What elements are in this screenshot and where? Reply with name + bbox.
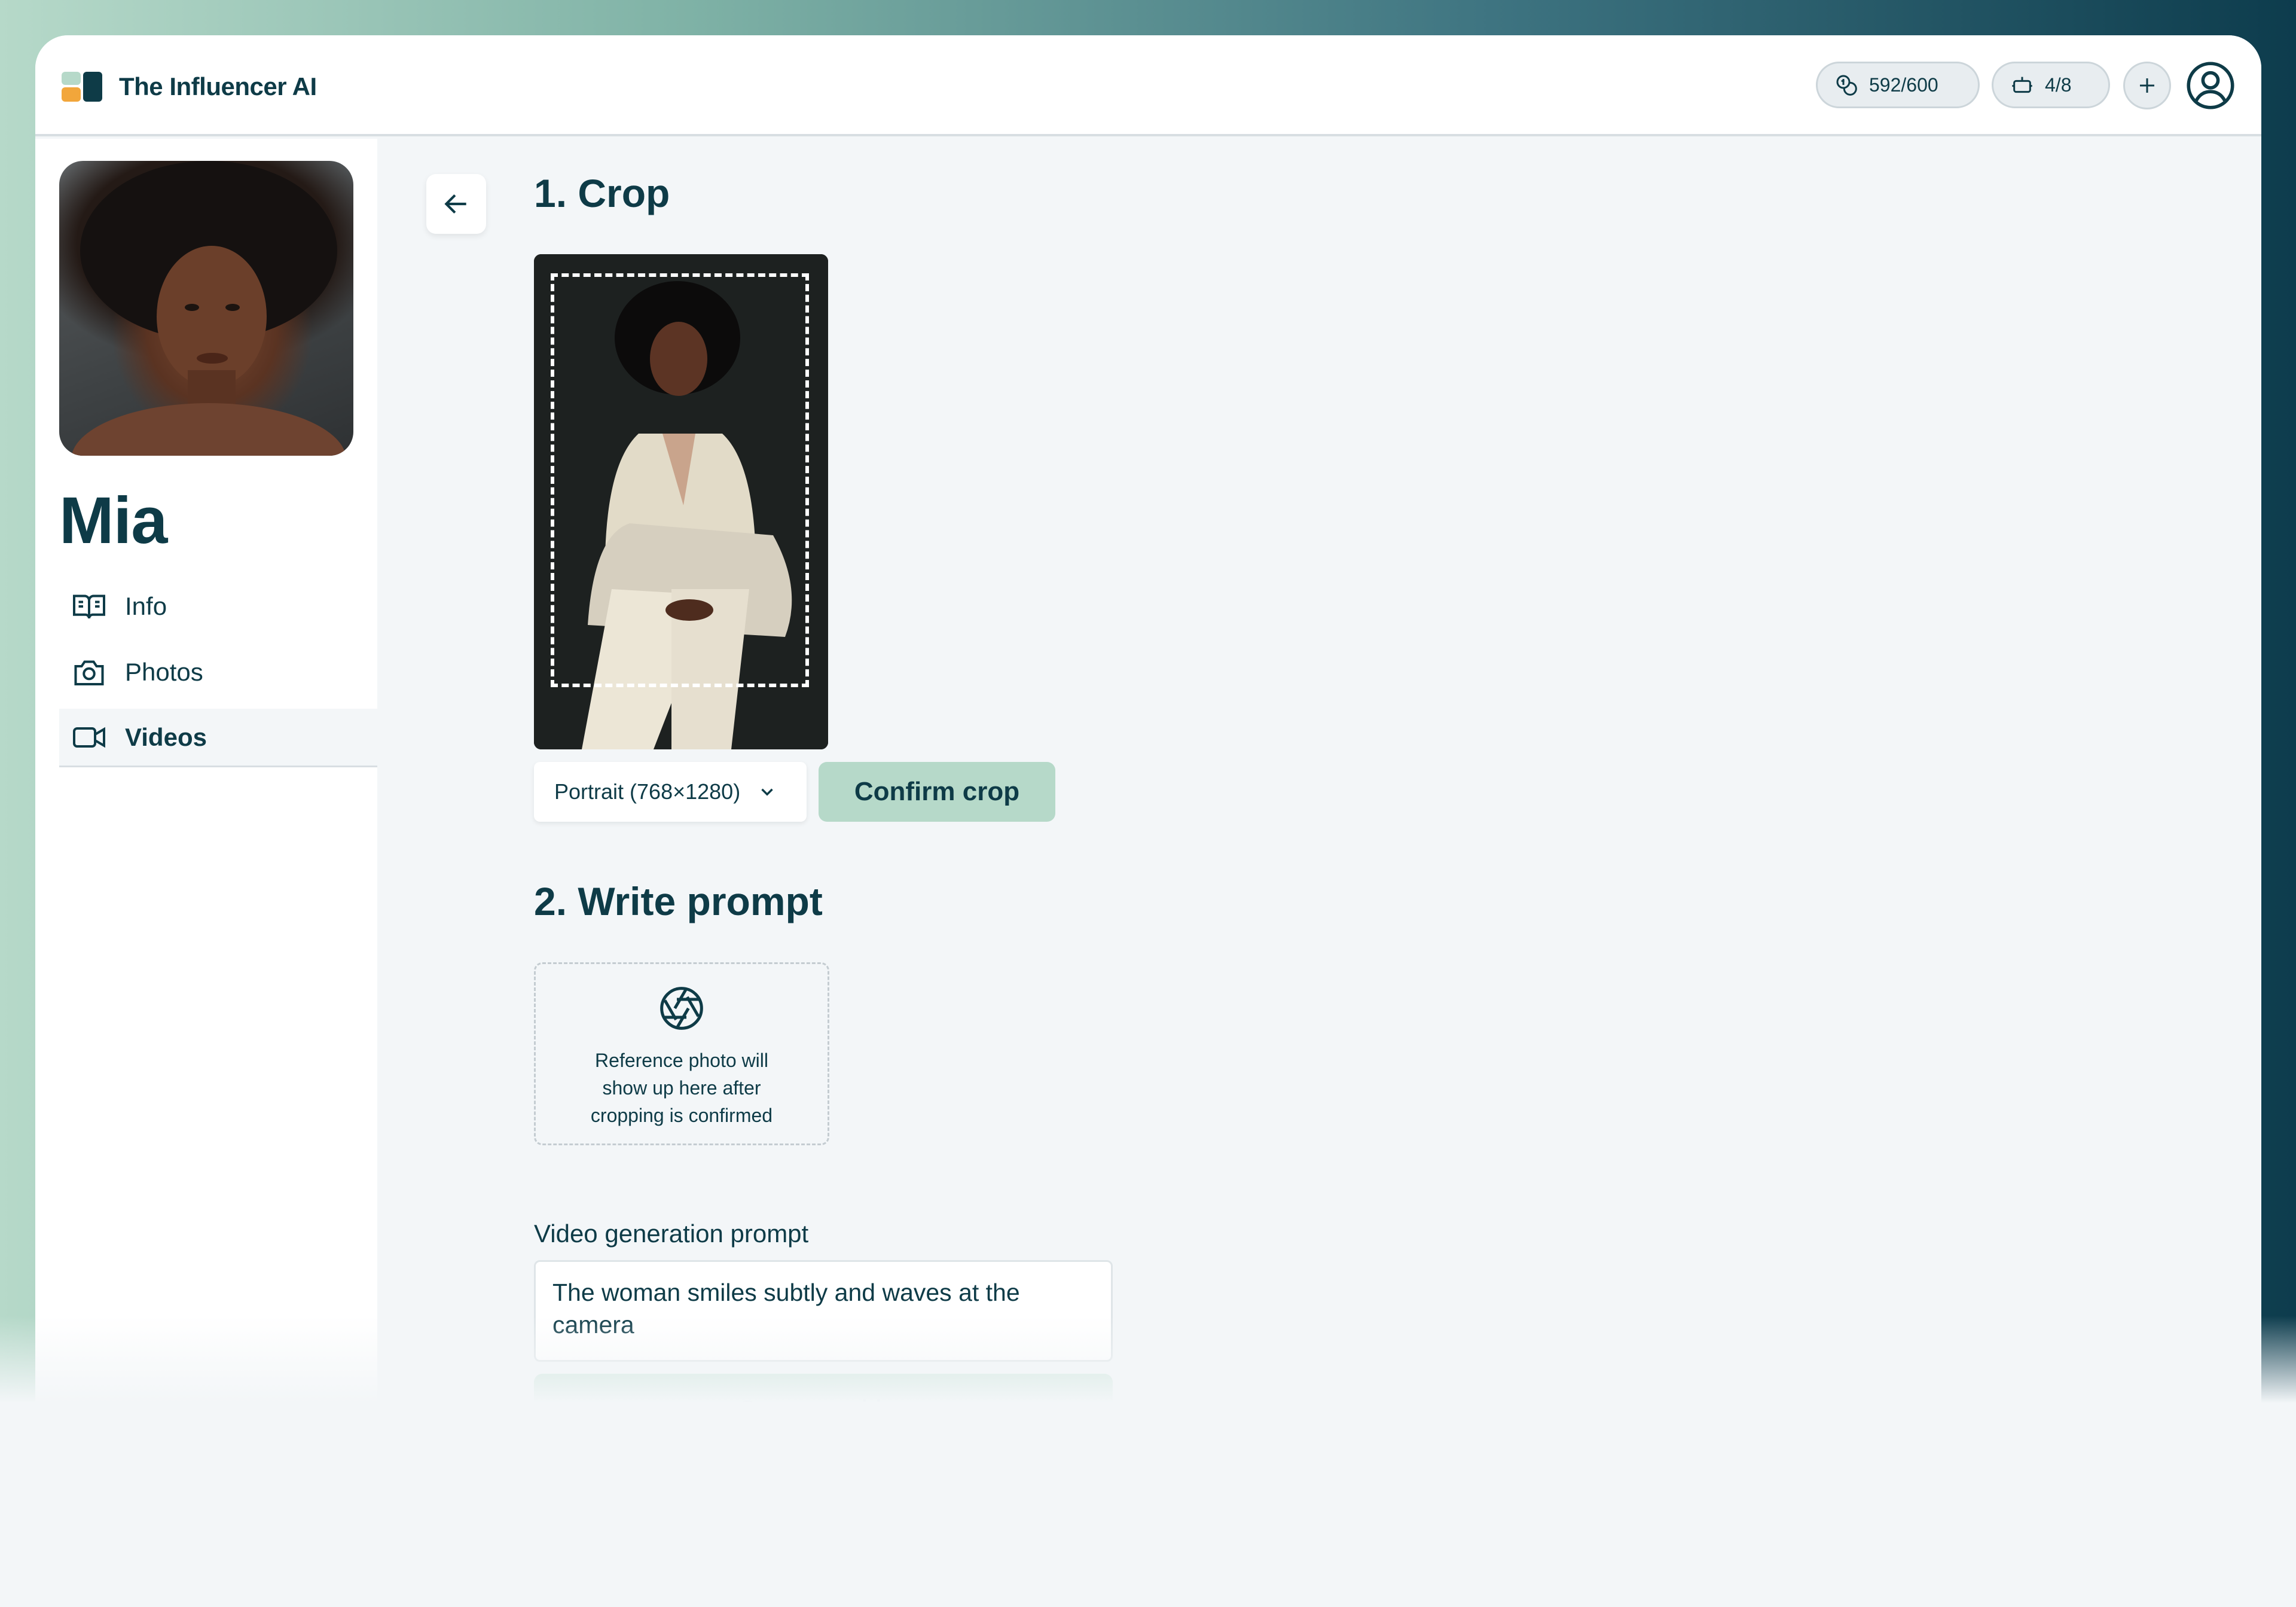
arrow-left-icon	[444, 194, 466, 214]
account-button[interactable]	[2185, 60, 2236, 111]
crop-section-title: 1. Crop	[534, 171, 670, 215]
sidebar-item-info[interactable]: Info	[59, 577, 377, 636]
sidebar: Mia Info Photos Videos	[35, 139, 377, 1607]
profile-photo	[59, 161, 353, 456]
brand-name: The Influencer AI	[119, 72, 317, 100]
sidebar-item-label: Videos	[125, 722, 207, 751]
camera-icon	[74, 660, 104, 685]
reference-photo-placeholder: Reference photo will show up here after …	[534, 962, 829, 1145]
models-counter[interactable]: 4/8	[1992, 62, 2110, 108]
crop-preview-image[interactable]	[534, 254, 828, 749]
prompt-label: Video generation prompt	[534, 1219, 809, 1248]
credits-counter[interactable]: 592/600	[1816, 62, 1980, 108]
confirm-crop-button[interactable]: Confirm crop	[819, 762, 1055, 822]
sidebar-item-photos[interactable]: Photos	[59, 643, 377, 702]
app-window: The Influencer AI 592/600 4/8 Mia Info P…	[35, 35, 2261, 1607]
plus-icon	[2140, 78, 2154, 93]
add-button[interactable]	[2123, 62, 2171, 109]
reference-photo-hint: Reference photo will show up here after …	[590, 1050, 773, 1126]
profile-name: Mia	[59, 484, 167, 557]
sidebar-item-label: Info	[125, 592, 167, 620]
prompt-section-title: 2. Write prompt	[534, 879, 823, 923]
crop-selection-box[interactable]	[551, 273, 809, 687]
aperture-icon	[660, 987, 703, 1030]
video-prompt-input[interactable]: The woman smiles subtly and waves at the…	[534, 1260, 1113, 1362]
chevron-down-icon	[761, 788, 773, 796]
aspect-ratio-select[interactable]: Portrait (768×1280)	[534, 762, 807, 822]
sidebar-item-videos[interactable]: Videos	[59, 709, 377, 767]
brand-logo	[62, 72, 103, 102]
generate-video-button[interactable]: Generate video	[534, 1374, 1113, 1446]
top-header: The Influencer AI 592/600 4/8	[35, 35, 2261, 136]
aspect-ratio-value: Portrait (768×1280)	[554, 779, 741, 804]
credits-value: 592/600	[1869, 74, 1938, 96]
coins-icon	[1836, 75, 1857, 96]
back-button[interactable]	[426, 174, 486, 234]
user-circle-icon	[2187, 62, 2234, 109]
models-value: 4/8	[2045, 74, 2072, 96]
video-icon	[73, 727, 105, 748]
robot-icon	[2012, 77, 2032, 93]
book-icon	[73, 594, 105, 619]
sidebar-item-label: Photos	[125, 658, 203, 686]
